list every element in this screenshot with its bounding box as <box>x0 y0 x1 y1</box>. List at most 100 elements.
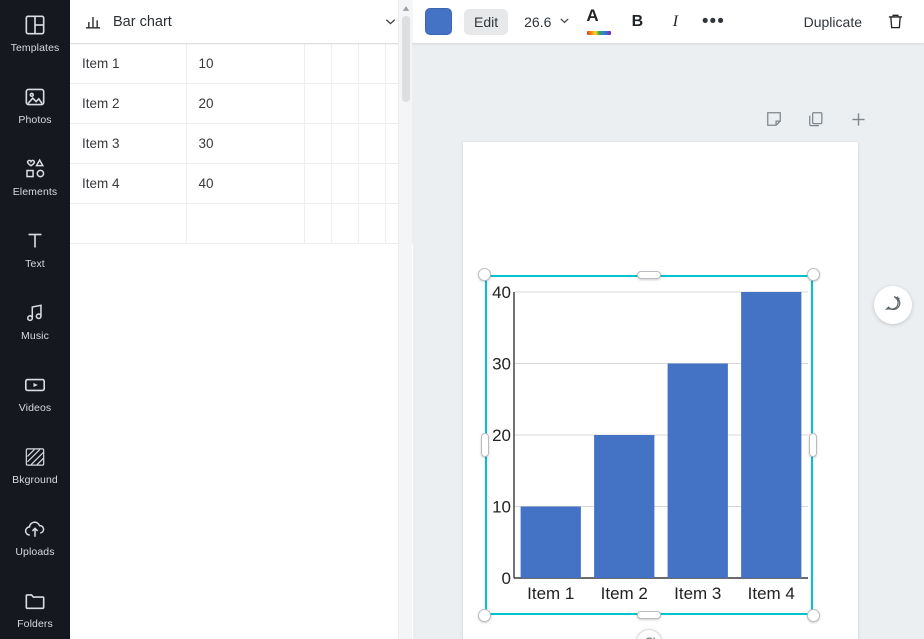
chart-bar <box>667 363 728 578</box>
sidebar-item-videos[interactable]: Videos <box>0 360 70 426</box>
grid-cell[interactable]: Item 2 <box>70 83 187 124</box>
more-options-button[interactable]: ••• <box>698 7 728 37</box>
grid-cell[interactable]: 10 <box>186 43 305 84</box>
chart-x-tick-label: Item 3 <box>674 584 721 603</box>
text-color-icon: A <box>586 7 612 35</box>
edit-button[interactable]: Edit <box>464 8 509 35</box>
duplicate-page-icon[interactable] <box>805 108 827 130</box>
panel-scrollbar[interactable] <box>398 0 412 639</box>
sidebar-item-templates[interactable]: Templates <box>0 0 70 66</box>
grid-cell[interactable] <box>358 123 386 164</box>
table-row[interactable]: Item 4 40 <box>70 163 413 204</box>
add-comment-button[interactable] <box>874 286 912 324</box>
grid-cell[interactable] <box>331 43 359 84</box>
elements-icon <box>22 156 48 182</box>
grid-cell[interactable] <box>358 83 386 124</box>
table-row[interactable]: Item 2 20 <box>70 83 413 124</box>
page-actions <box>763 108 869 130</box>
text-color-bar <box>587 30 612 35</box>
chart-type-label: Bar chart <box>113 13 172 30</box>
canvas-area[interactable]: 0 10 20 30 40 Item 1 Item 2 Item 3 Item 4 <box>413 43 924 639</box>
bar-chart-element[interactable]: 0 10 20 30 40 Item 1 Item 2 Item 3 Item 4 <box>488 278 810 612</box>
text-icon <box>22 228 48 254</box>
editor-area: Edit 26.6 A B I ••• Duplicate 0 10 20 30… <box>413 0 924 639</box>
sidebar-item-elements[interactable]: Elements <box>0 144 70 210</box>
grid-cell[interactable] <box>304 203 332 244</box>
bar-chart-icon <box>83 12 103 32</box>
background-icon <box>22 444 48 470</box>
grid-cell[interactable]: Item 4 <box>70 163 187 204</box>
grid-cell[interactable]: 20 <box>186 83 305 124</box>
grid-cell[interactable] <box>331 163 359 204</box>
chart-type-selector[interactable]: Bar chart <box>70 0 413 43</box>
data-table: Item 1 10 Item 2 20 Item 3 30 Item 4 40 <box>70 43 413 244</box>
text-color-button[interactable]: A <box>584 7 614 37</box>
scrollbar-thumb[interactable] <box>402 16 410 102</box>
grid-cell[interactable]: Item 3 <box>70 123 187 164</box>
table-row[interactable] <box>70 203 413 244</box>
videos-icon <box>22 372 48 398</box>
rotate-icon[interactable] <box>636 629 662 639</box>
add-comment-icon <box>883 293 903 318</box>
grid-cell[interactable] <box>304 163 332 204</box>
fill-color-swatch[interactable] <box>425 8 452 35</box>
design-page[interactable]: 0 10 20 30 40 Item 1 Item 2 Item 3 Item 4 <box>463 142 858 639</box>
grid-cell[interactable] <box>358 163 386 204</box>
grid-cell[interactable] <box>304 43 332 84</box>
chart-x-axis-labels: Item 1 Item 2 Item 3 Item 4 <box>527 584 795 603</box>
chart-bar <box>741 292 802 578</box>
grid-cell[interactable]: 30 <box>186 123 305 164</box>
sidebar-label-background: Bkground <box>12 474 58 487</box>
italic-button[interactable]: I <box>660 7 690 37</box>
sidebar-label-templates: Templates <box>10 42 60 55</box>
sidebar-label-videos: Videos <box>18 402 52 415</box>
grid-cell[interactable] <box>186 203 305 244</box>
sidebar-item-folders[interactable]: Folders <box>0 576 70 639</box>
duplicate-button[interactable]: Duplicate <box>794 9 872 35</box>
grid-cell[interactable] <box>304 83 332 124</box>
element-toolbar: Edit 26.6 A B I ••• Duplicate <box>413 0 924 43</box>
chevron-down-icon[interactable] <box>557 13 572 31</box>
trash-icon[interactable] <box>880 7 910 37</box>
left-sidebar: Templates Photos Elements Text Music Vid… <box>0 0 70 639</box>
grid-cell[interactable] <box>331 123 359 164</box>
resize-handle-right[interactable] <box>809 433 817 457</box>
grid-cell[interactable] <box>70 203 187 244</box>
photos-icon <box>22 84 48 110</box>
grid-cell[interactable] <box>358 43 386 84</box>
sidebar-item-photos[interactable]: Photos <box>0 72 70 138</box>
chart-bar <box>520 506 581 578</box>
chart-y-tick-label: 30 <box>492 355 511 374</box>
bold-button[interactable]: B <box>622 7 652 37</box>
folders-icon <box>22 588 48 614</box>
chart-data-panel: Bar chart Item 1 10 Item 2 20 Item 3 30 Item 4… <box>70 0 413 639</box>
grid-cell[interactable] <box>331 203 359 244</box>
chart-y-tick-label: 10 <box>492 498 511 517</box>
grid-cell[interactable] <box>331 83 359 124</box>
sidebar-label-folders: Folders <box>17 618 53 631</box>
add-page-icon[interactable] <box>847 108 869 130</box>
grid-cell[interactable]: Item 1 <box>70 43 187 84</box>
chart-y-tick-label: 20 <box>492 426 511 445</box>
table-row[interactable]: Item 3 30 <box>70 123 413 164</box>
data-grid[interactable]: Item 1 10 Item 2 20 Item 3 30 Item 4 40 <box>70 43 413 639</box>
sidebar-label-text: Text <box>25 258 45 271</box>
uploads-icon <box>22 516 48 542</box>
scroll-up-icon[interactable] <box>399 2 413 14</box>
grid-cell[interactable]: 40 <box>186 163 305 204</box>
chart-x-tick-label: Item 1 <box>527 584 574 603</box>
sidebar-item-music[interactable]: Music <box>0 288 70 354</box>
sidebar-item-background[interactable]: Bkground <box>0 432 70 498</box>
bar-chart-graphic: 0 10 20 30 40 Item 1 Item 2 Item 3 Item 4 <box>492 283 808 603</box>
sidebar-label-uploads: Uploads <box>15 546 55 559</box>
grid-cell[interactable] <box>358 203 386 244</box>
grid-cell[interactable] <box>304 123 332 164</box>
sidebar-item-text[interactable]: Text <box>0 216 70 282</box>
font-size-selector[interactable]: 26.6 <box>520 9 576 35</box>
note-icon[interactable] <box>763 108 785 130</box>
sidebar-item-uploads[interactable]: Uploads <box>0 504 70 570</box>
music-icon <box>22 300 48 326</box>
table-row[interactable]: Item 1 10 <box>70 43 413 84</box>
chart-x-tick-label: Item 2 <box>601 584 648 603</box>
resize-handle-bottom[interactable] <box>637 611 661 619</box>
